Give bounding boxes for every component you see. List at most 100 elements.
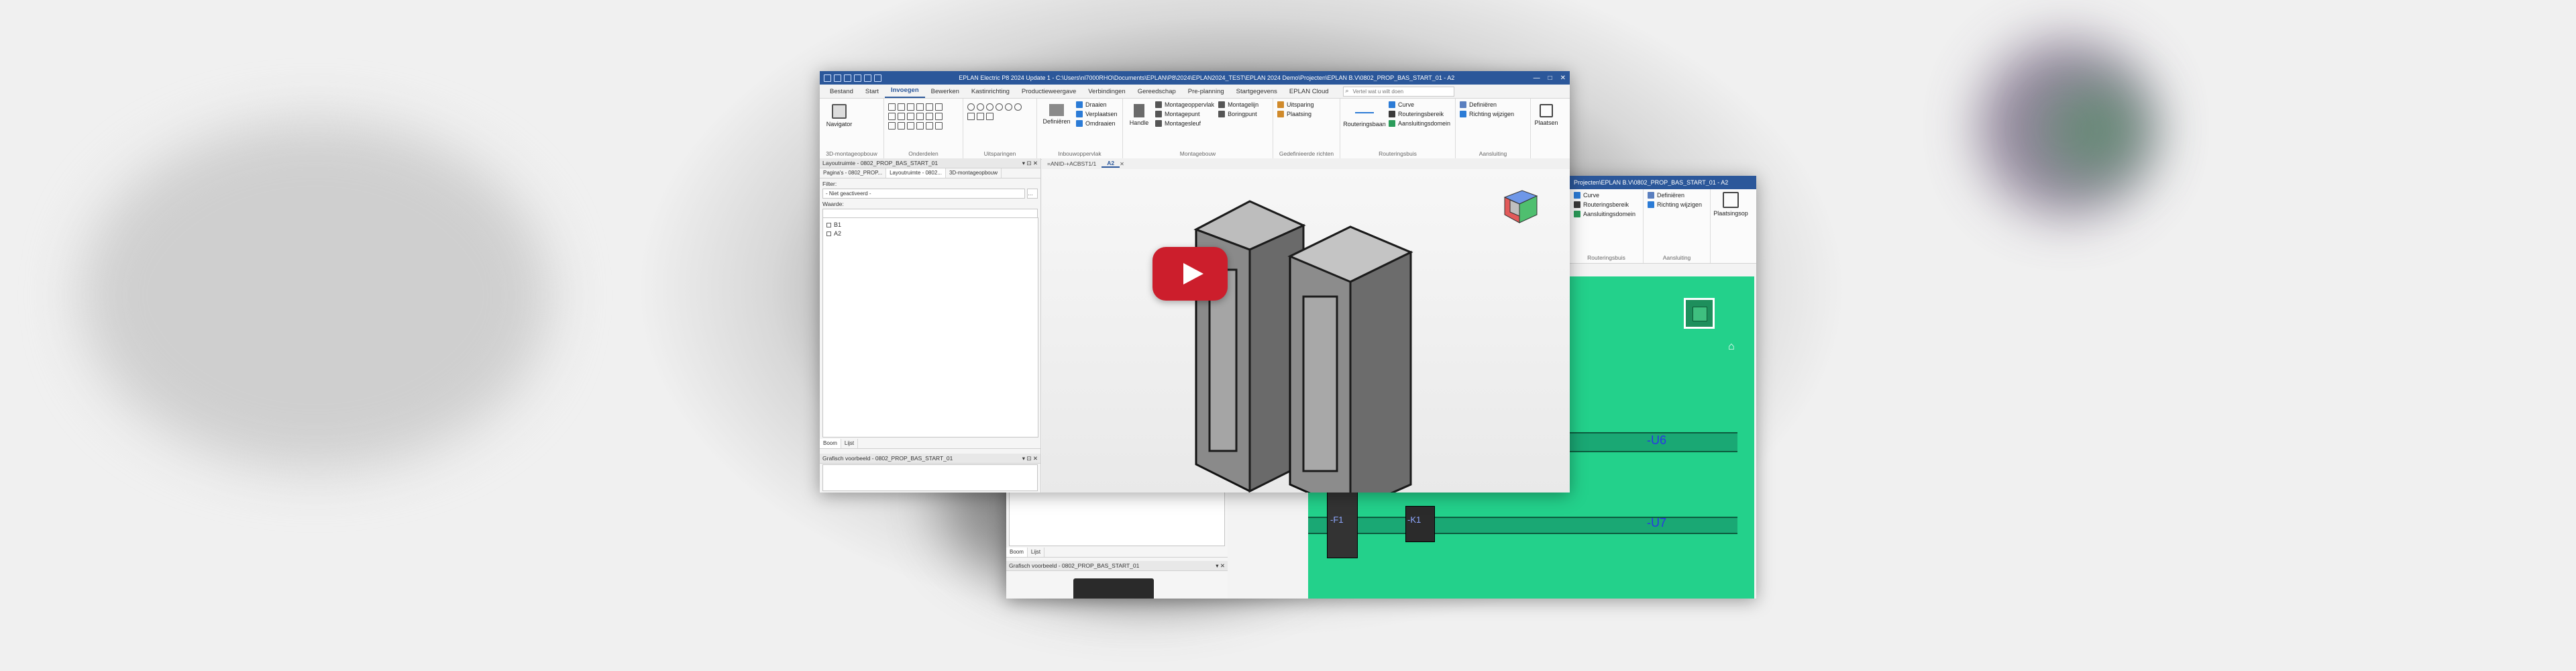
tab-pre-planning[interactable]: Pre-planning <box>1182 86 1230 98</box>
define-connection-main-button[interactable]: Definiëren <box>1460 101 1514 108</box>
tab-eplan-cloud[interactable]: EPLAN Cloud <box>1283 86 1335 98</box>
device-label-u6[interactable]: -U6 <box>1647 433 1666 448</box>
print-icon[interactable] <box>874 74 881 82</box>
placement-button[interactable]: Plaatsing <box>1277 111 1314 117</box>
tab-layout-space[interactable]: Layoutruimte - 0802... <box>886 168 946 178</box>
tab-kastinrichting[interactable]: Kastinrichting <box>965 86 1016 98</box>
open-icon[interactable] <box>834 74 841 82</box>
tab-pages[interactable]: Pagina's - 0802_PROP... <box>820 168 887 178</box>
define-surface-icon <box>1049 104 1064 116</box>
routing-range-main-icon <box>1389 111 1395 117</box>
group-name-mounting-surface: Inbouwoppervlak <box>1058 150 1102 157</box>
move-icon <box>1076 111 1083 117</box>
component-k1[interactable]: -K1 <box>1405 506 1435 542</box>
define-connection-button[interactable]: Definiëren <box>1648 192 1702 199</box>
doc-tab-a2[interactable]: A2 <box>1102 160 1120 168</box>
routing-range-button[interactable]: Routeringsbereik <box>1574 201 1635 208</box>
device-label-k1: -K1 <box>1407 515 1421 525</box>
place-main-button[interactable]: Plaatsen <box>1534 101 1558 126</box>
connection-domain-button[interactable]: Aansluitingsdomein <box>1574 211 1635 217</box>
cutouts-gallery[interactable] <box>967 103 1022 120</box>
tree-node-a2[interactable]: A2 <box>823 229 1038 238</box>
component-f1[interactable]: -F1 <box>1327 491 1358 558</box>
cutout-icon <box>1277 101 1284 108</box>
main-eplan-window: EPLAN Electric P8 2024 Update 1 - C:\Use… <box>820 71 1570 493</box>
tab-verbindingen[interactable]: Verbindingen <box>1082 86 1131 98</box>
window-controls: — □ ✕ <box>1534 74 1566 82</box>
flip-button[interactable]: Omdraaien <box>1076 120 1118 127</box>
view-cube-icon[interactable] <box>1684 298 1715 329</box>
maximize-button[interactable]: □ <box>1548 74 1552 82</box>
ribbon: Navigator 3D-montageopbouw Onderdelen Ui… <box>820 99 1570 160</box>
place-icon <box>1723 192 1739 208</box>
back-preview-cabinet-thumbnail <box>1073 578 1154 599</box>
mounting-line-button[interactable]: Montagelijn <box>1218 101 1258 108</box>
drilling-point-button[interactable]: Boringpunt <box>1218 111 1258 117</box>
change-direction-main-button[interactable]: Richting wijzigen <box>1460 111 1514 117</box>
back-tab-lijst[interactable]: Lijst <box>1028 548 1045 557</box>
youtube-play-icon[interactable] <box>1152 247 1228 301</box>
mounting-point-button[interactable]: Montagepunt <box>1155 111 1214 117</box>
move-button[interactable]: Verplaatsen <box>1076 111 1118 117</box>
change-direction-button[interactable]: Richting wijzigen <box>1648 201 1702 208</box>
routing-curve-button[interactable]: Curve <box>1389 101 1450 108</box>
quick-access-toolbar <box>824 74 881 82</box>
filter-dropdown[interactable]: - Niet geactiveerd - <box>822 189 1025 199</box>
home-icon[interactable]: ⌂ <box>1728 341 1735 353</box>
tab-start[interactable]: Start <box>859 86 885 98</box>
back-tab-boom[interactable]: Boom <box>1006 548 1028 557</box>
handle-button[interactable]: Handle <box>1127 101 1151 126</box>
mounting-point-label: Montagepunt <box>1165 111 1200 117</box>
tab-bestand[interactable]: Bestand <box>824 86 859 98</box>
back-group-routing: Curve Routeringsbereik Aansluitingsdomei… <box>1570 189 1644 263</box>
tab-gereedschap[interactable]: Gereedschap <box>1132 86 1182 98</box>
tab-bewerken[interactable]: Bewerken <box>925 86 965 98</box>
redo-icon[interactable] <box>864 74 871 82</box>
tab-startgegevens[interactable]: Startgegevens <box>1230 86 1283 98</box>
cabinet-model[interactable] <box>1169 183 1545 493</box>
curve-button[interactable]: Curve <box>1574 192 1635 199</box>
back-ribbon-connection-domain-label: Aansluitingsdomein <box>1583 211 1636 217</box>
routing-range-main-button[interactable]: Routeringsbereik <box>1389 111 1450 117</box>
main-window-title: EPLAN Electric P8 2024 Update 1 - C:\Use… <box>959 74 1455 81</box>
tree-node-b1[interactable]: B1 <box>823 221 1038 229</box>
tell-me-search-input[interactable]: Vertel wat u wilt doen <box>1342 86 1454 97</box>
tab-invoegen[interactable]: Invoegen <box>884 85 925 98</box>
doc-tab-anid[interactable]: =ANID-+ACBST1/1 <box>1042 160 1102 167</box>
tab-boom[interactable]: Boom <box>820 439 841 448</box>
minimize-button[interactable]: — <box>1534 74 1540 82</box>
cutout-button[interactable]: Uitsparing <box>1277 101 1314 108</box>
close-button[interactable]: ✕ <box>1560 74 1566 82</box>
handle-icon <box>1134 104 1144 117</box>
3d-viewport[interactable] <box>1042 169 1570 493</box>
new-icon[interactable] <box>824 74 831 82</box>
backdrop-blur-shape <box>2046 81 2147 181</box>
mounting-surface-button[interactable]: Montageoppervlak <box>1155 101 1214 108</box>
undo-icon[interactable] <box>854 74 861 82</box>
tab-productieweergave[interactable]: Productieweergave <box>1016 86 1082 98</box>
rotate-button[interactable]: Draaien <box>1076 101 1118 108</box>
routing-path-button[interactable]: Routeringsbaan <box>1343 101 1386 127</box>
preview-controls[interactable]: ▾ ⊡ ✕ <box>1022 454 1038 463</box>
device-label-u7[interactable]: -U7 <box>1647 516 1666 530</box>
panel-controls[interactable]: ▾ ⊡ ✕ <box>1022 158 1038 168</box>
mounting-slot-label: Montagesleuf <box>1165 120 1201 127</box>
doc-tab-close-icon[interactable]: ✕ <box>1120 161 1124 167</box>
mounting-slot-button[interactable]: Montagesleuf <box>1155 120 1214 127</box>
save-icon[interactable] <box>844 74 851 82</box>
navigator-button[interactable]: Navigator <box>824 101 855 127</box>
back-preview-controls[interactable]: ▾ ✕ <box>1216 561 1225 570</box>
tab-3d-assembly[interactable]: 3D-montageopbouw <box>946 168 1002 178</box>
tab-lijst[interactable]: Lijst <box>841 439 859 448</box>
connection-domain-icon <box>1574 211 1580 217</box>
flip-label: Omdraaien <box>1085 120 1116 127</box>
parts-gallery[interactable] <box>888 103 943 130</box>
connection-domain-main-button[interactable]: Aansluitingsdomein <box>1389 120 1450 127</box>
curve-icon <box>1574 192 1580 199</box>
mounting-surface-label: Montageoppervlak <box>1165 101 1215 108</box>
routing-range-main-label: Routeringsbereik <box>1398 111 1444 117</box>
define-surface-button[interactable]: Definiëren <box>1041 101 1072 125</box>
drilling-point-label: Boringpunt <box>1228 111 1257 117</box>
filter-options-button[interactable]: … <box>1027 189 1038 199</box>
place-button[interactable]: Plaatsingsop <box>1711 189 1751 263</box>
